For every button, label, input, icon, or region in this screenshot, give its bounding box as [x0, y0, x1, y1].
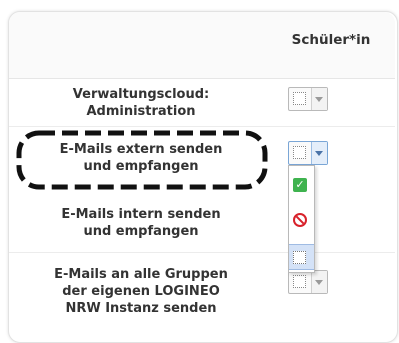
row-label-line: Verwaltungscloud:	[72, 87, 210, 102]
row-divider	[9, 252, 395, 253]
row-label-line: NRW Instanz senden	[65, 301, 217, 316]
permission-select-emails-alle-gruppen[interactable]	[288, 270, 328, 294]
empty-box-icon	[293, 146, 306, 159]
row-label-verwaltungscloud: Verwaltungscloud: Administration	[12, 86, 270, 120]
option-allowed[interactable]: ✓	[289, 173, 314, 199]
row-label-emails-alle-gruppen: E-Mails an alle Gruppen der eigenen LOGI…	[12, 266, 270, 317]
chevron-down-icon[interactable]	[311, 271, 327, 293]
chevron-down-icon[interactable]	[311, 142, 327, 164]
permission-select-emails-extern[interactable]	[288, 141, 328, 165]
empty-box-icon	[293, 92, 306, 105]
empty-box-icon	[293, 275, 306, 288]
highlight-outline	[16, 130, 268, 190]
column-header-schueler: Schüler*in	[291, 32, 371, 48]
row-divider	[9, 126, 395, 127]
chevron-down-icon[interactable]	[311, 88, 327, 110]
empty-box-icon	[293, 251, 306, 264]
option-denied[interactable]	[289, 209, 314, 235]
permission-select-verwaltungscloud[interactable]	[288, 87, 328, 111]
option-not-set[interactable]	[289, 244, 314, 270]
row-label-emails-intern: E-Mails intern senden und empfangen	[12, 206, 270, 240]
row-label-line: der eigenen LOGINEO	[62, 284, 220, 299]
row-label-line: Administration	[86, 104, 196, 119]
row-label-line: E-Mails an alle Gruppen	[54, 267, 228, 282]
check-icon: ✓	[293, 178, 307, 192]
permission-dropdown-list: ✓	[288, 165, 315, 273]
row-label-line: E-Mails intern senden	[61, 207, 221, 222]
row-label-line: und empfangen	[83, 224, 199, 239]
deny-icon	[293, 213, 307, 227]
